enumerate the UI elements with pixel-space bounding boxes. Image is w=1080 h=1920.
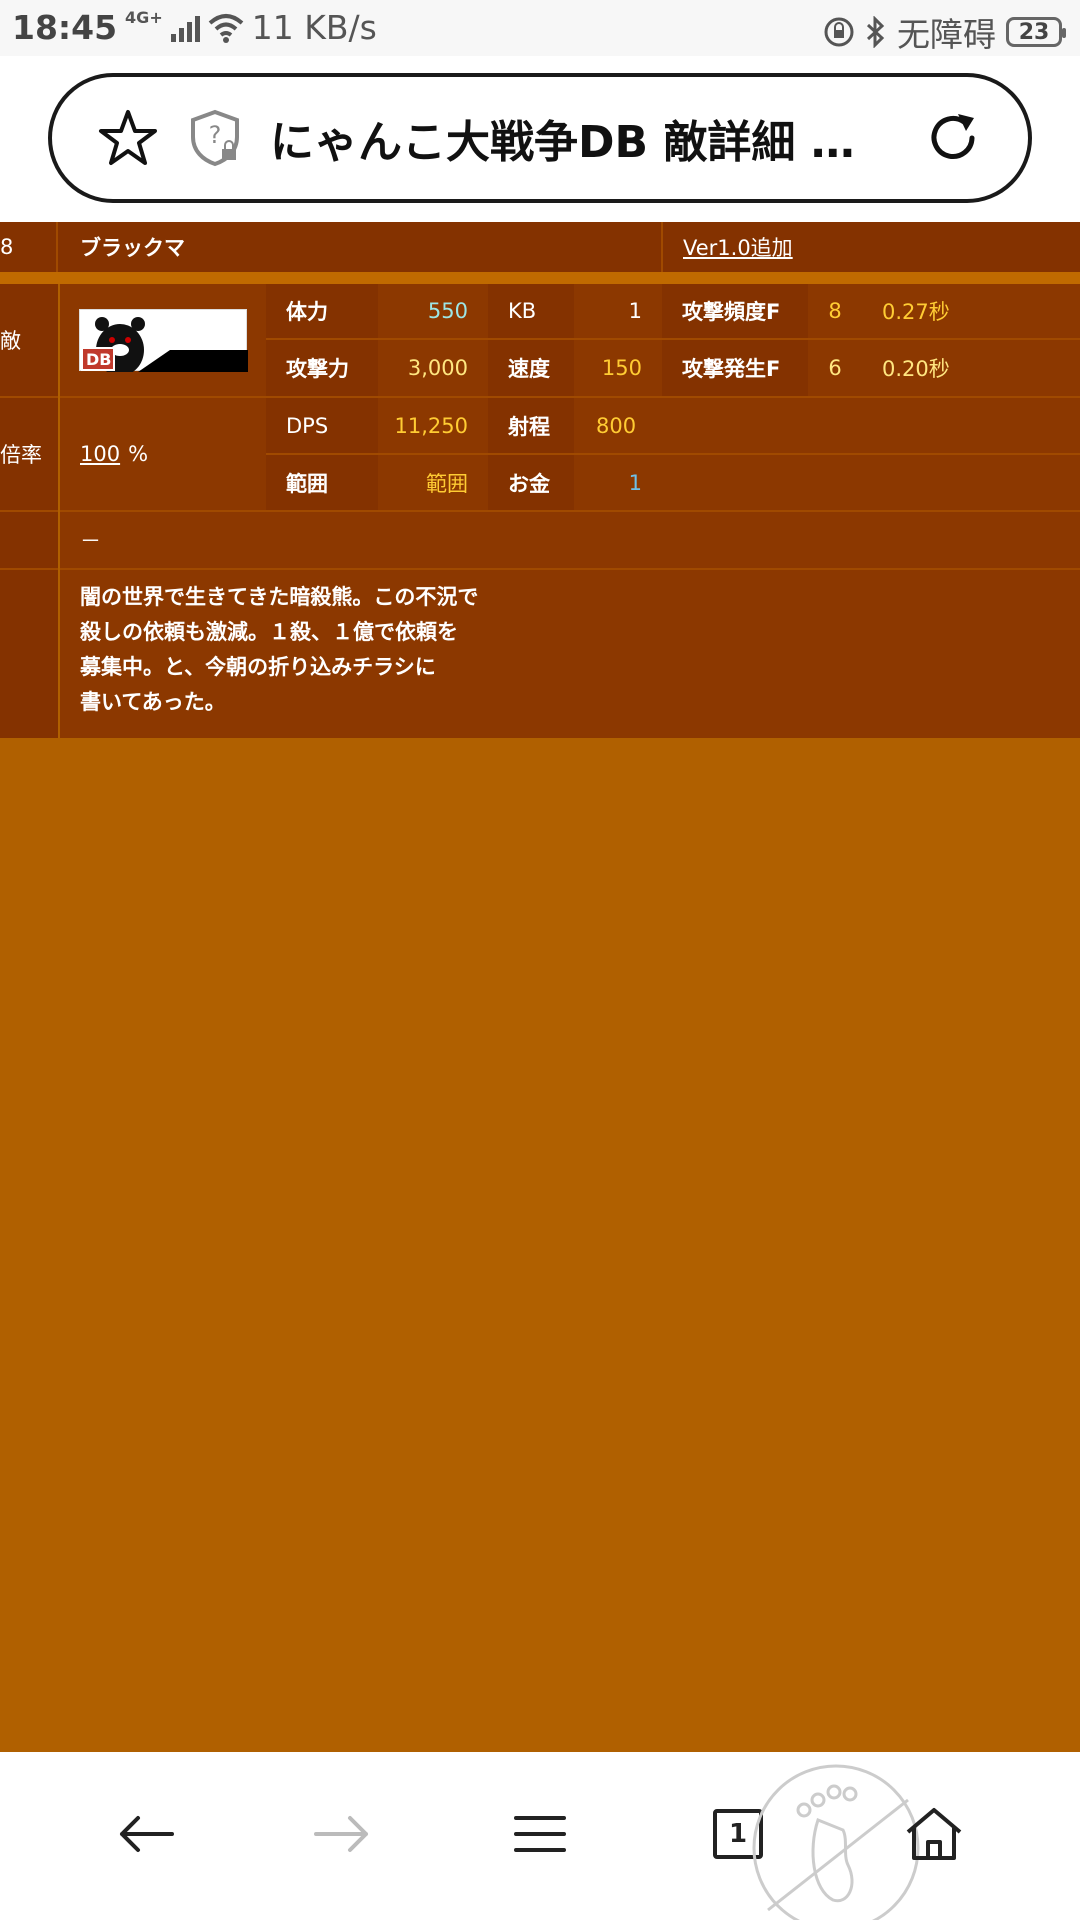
attack-occur-sec: 0.20秒 [862,340,980,398]
magnification-unit: % [128,442,149,466]
back-arrow-icon [120,1816,174,1852]
magnification-cell: 100 % [60,398,266,512]
speed-label: 速度 [488,340,574,398]
footprint-watermark-icon [752,1764,920,1920]
money-label: お金 [488,455,574,512]
status-time: 18:45 [12,8,118,47]
home-button[interactable] [902,1802,966,1866]
security-shield-icon[interactable]: ? [188,109,242,167]
description-line: 闇の世界で生きてきた暗殺熊。この不況で [80,585,479,609]
kb-label: KB [488,284,574,340]
lock-rotation-icon [824,17,854,47]
description: 闇の世界で生きてきた暗殺熊。この不況で 殺しの依頼も激減。１殺、１億で依頼を 募… [60,570,1080,738]
icon-db-text: DB [86,350,112,369]
stats-block: 敵 倍率 DB 100 % 体力 550 KB 1 攻撃頻度F 8 0.27秒 … [0,284,1080,738]
status-bar: 18:45 4G+ 11 KB/s 无障碍 23 [0,0,1080,56]
dps-value: 11,250 [378,398,488,455]
empty-cell [980,340,1080,398]
hp-value: 550 [378,284,488,340]
enemy-name: ブラックマ [80,236,185,260]
attack-value: 3,000 [378,340,488,398]
magnification-label: 倍率 [0,398,58,512]
description-line: 募集中。と、今朝の折り込みチラシに [80,655,436,679]
home-icon [906,1808,962,1860]
speed-value: 150 [574,340,662,398]
range-label: 射程 [488,398,574,455]
attack-occur-label: 攻撃発生F [662,340,808,398]
dps-label: DPS [266,398,378,455]
divider [0,272,1080,284]
empty-cell [862,398,980,455]
ability-value: － [60,512,1080,570]
forward-button[interactable] [310,1802,374,1866]
hp-label: 体力 [266,284,378,340]
empty-cell [662,398,808,455]
area-label: 範囲 [266,455,378,512]
attack-freq-label: 攻撃頻度F [662,284,808,340]
battery-icon: 23 [1006,17,1066,47]
range-value: 800 [574,398,662,455]
version-link[interactable]: Ver1.0追加 [661,222,981,272]
attack-freq-sec: 0.27秒 [862,284,980,340]
empty-cell [662,455,808,512]
description-line: 書いてあった。 [80,690,226,714]
enemy-header-row: 8 ブラックマ Ver1.0追加 [0,222,1080,272]
menu-icon [514,1816,566,1852]
signal-icon [170,14,200,42]
attack-occur-value: 6 [808,340,862,398]
attack-freq-value: 8 [808,284,862,340]
kb-value: 1 [574,284,662,340]
bottom-navigation: 1 [0,1752,1080,1920]
accessibility-label: 无障碍 [897,15,996,54]
bookmark-star-icon[interactable] [98,108,158,168]
browser-toolbar: ? にゃんこ大戦争DB 敵詳細 … [0,56,1080,222]
tab-count: 1 [728,1819,748,1849]
ability-label-cell [0,512,58,570]
enemy-icon-cell: DB [60,284,266,398]
wifi-icon [208,13,244,43]
empty-cell [808,398,862,455]
network-type: 4G+ [125,8,163,27]
area-value: 範囲 [378,455,488,512]
menu-button[interactable] [508,1802,572,1866]
empty-cell [808,455,862,512]
forward-arrow-icon [314,1816,368,1852]
enemy-id: 8 [0,222,58,272]
attack-label: 攻撃力 [266,340,378,398]
reload-icon[interactable] [924,109,982,167]
description-label-cell [0,570,58,738]
back-button[interactable] [114,1802,178,1866]
empty-cell [980,398,1080,455]
enemy-icon[interactable]: DB [79,309,248,376]
address-bar[interactable]: ? にゃんこ大戦争DB 敵詳細 … [48,73,1032,203]
network-speed: 11 KB/s [251,8,377,47]
empty-cell [980,455,1080,512]
page-title[interactable]: にゃんこ大戦争DB 敵詳細 … [270,106,870,170]
type-label: 敵 [0,284,58,398]
bluetooth-icon [866,16,885,48]
description-line: 殺しの依頼も激減。１殺、１億で依頼を [80,620,458,644]
svg-text:?: ? [209,121,222,149]
empty-cell [980,284,1080,340]
money-value: 1 [574,455,662,512]
empty-cell [862,455,980,512]
magnification-value[interactable]: 100 [80,442,120,466]
